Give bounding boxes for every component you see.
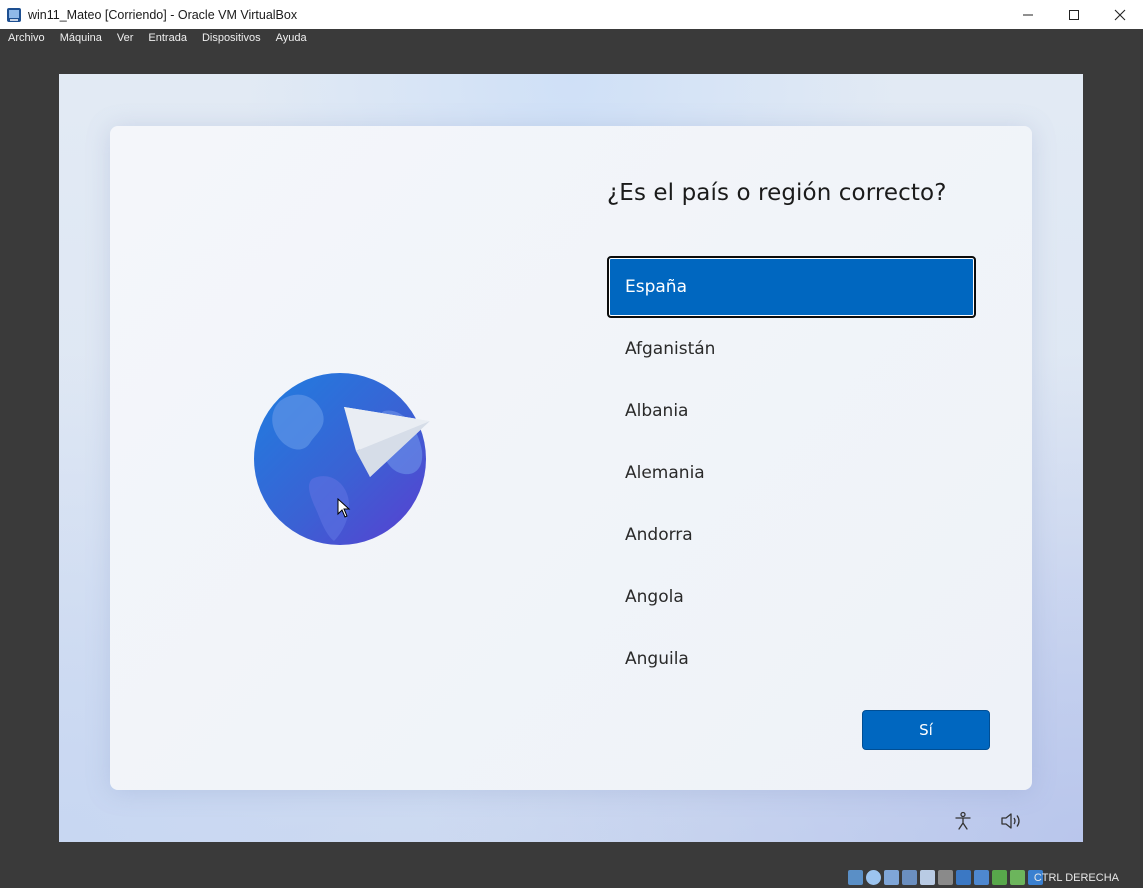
vm-display[interactable]: ¿Es el país o región correcto? España Af… — [59, 74, 1083, 842]
menu-ver[interactable]: Ver — [109, 32, 141, 44]
optical-drive-icon[interactable] — [848, 870, 863, 885]
shared-folders-icon[interactable] — [920, 870, 935, 885]
status-bar: CTRL DERECHA — [0, 868, 1143, 888]
menu-bar: Archivo Máquina Ver Entrada Dispositivos… — [0, 29, 1143, 47]
drag-drop-icon[interactable] — [1010, 870, 1025, 885]
maximize-icon — [1069, 9, 1079, 20]
virtualbox-app-icon — [6, 7, 22, 23]
close-icon — [1114, 9, 1126, 20]
region-item-anguila[interactable]: Anguila — [607, 628, 976, 690]
clipboard-icon[interactable] — [992, 870, 1007, 885]
status-icons — [848, 870, 1043, 885]
close-button[interactable] — [1097, 0, 1143, 29]
volume-button[interactable] — [999, 809, 1023, 833]
page-title: ¿Es el país o región correcto? — [607, 180, 947, 206]
region-item-afganistan[interactable]: Afganistán — [607, 318, 976, 380]
recording-icon[interactable] — [974, 870, 989, 885]
region-list[interactable]: España Afganistán Albania Alemania Andor… — [607, 256, 976, 690]
menu-maquina[interactable]: Máquina — [52, 32, 109, 44]
window-title: win11_Mateo [Corriendo] - Oracle VM Virt… — [28, 7, 298, 22]
minimize-button[interactable] — [1005, 0, 1051, 29]
menu-dispositivos[interactable]: Dispositivos — [194, 32, 268, 44]
menu-entrada[interactable]: Entrada — [140, 32, 194, 44]
region-item-albania[interactable]: Albania — [607, 380, 976, 442]
capture-icon[interactable] — [938, 870, 953, 885]
window-titlebar: win11_Mateo [Corriendo] - Oracle VM Virt… — [0, 0, 1143, 29]
mouse-cursor-icon — [337, 498, 351, 518]
audio-icon[interactable] — [866, 870, 881, 885]
region-item-espana[interactable]: España — [607, 256, 976, 318]
display-icon[interactable] — [956, 870, 971, 885]
region-item-andorra[interactable]: Andorra — [607, 504, 976, 566]
host-key-label: CTRL DERECHA — [1033, 872, 1119, 884]
network-icon[interactable] — [884, 870, 899, 885]
volume-icon — [1001, 813, 1020, 829]
setup-card: ¿Es el país o región correcto? España Af… — [110, 126, 1032, 790]
accessibility-icon — [955, 811, 971, 830]
region-item-alemania[interactable]: Alemania — [607, 442, 976, 504]
yes-button[interactable]: Sí — [862, 710, 990, 750]
globe-illustration — [254, 373, 430, 545]
maximize-button[interactable] — [1051, 0, 1097, 29]
minimize-icon — [1023, 14, 1033, 15]
usb-icon[interactable] — [902, 870, 917, 885]
accessibility-button[interactable] — [951, 809, 975, 833]
region-item-angola[interactable]: Angola — [607, 566, 976, 628]
menu-ayuda[interactable]: Ayuda — [268, 32, 314, 44]
menu-archivo[interactable]: Archivo — [0, 32, 52, 44]
